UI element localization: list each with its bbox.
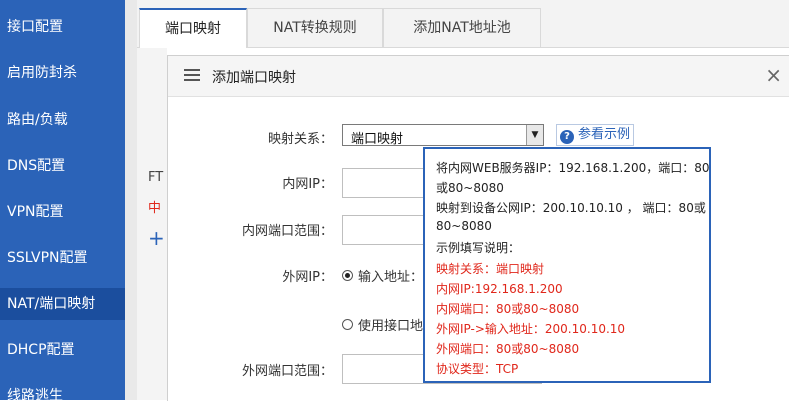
sidebar-item-anti-block[interactable]: 启用防封杀 — [0, 57, 125, 89]
radio-input-address-label: 输入地址： — [358, 270, 424, 285]
background-panel — [137, 48, 167, 400]
chevron-down-icon[interactable]: ▼ — [526, 125, 543, 145]
tooltip-line: 或80~8080 — [436, 181, 504, 195]
dialog-header: 添加端口映射 × — [168, 56, 789, 97]
sidebar-item-vpn[interactable]: VPN配置 — [0, 196, 125, 228]
sidebar: 接口配置 启用防封杀 路由/负载 DNS配置 VPN配置 SSLVPN配置 NA… — [0, 0, 125, 404]
radio-interface-address[interactable]: 使用接口地 — [342, 315, 423, 334]
question-icon: ? — [560, 130, 574, 144]
menu-icon — [184, 69, 200, 82]
sidebar-item-interface[interactable]: 接口配置 — [0, 11, 125, 43]
inner-ip-label: 内网IP： — [282, 177, 333, 192]
background-text-ft: FT — [148, 170, 164, 185]
tab-port-mapping[interactable]: 端口映射 — [139, 8, 247, 48]
radio-input-address[interactable]: 输入地址： — [342, 266, 423, 285]
sidebar-item-route[interactable]: 路由/负载 — [0, 104, 125, 136]
sidebar-divider — [125, 0, 137, 400]
radio-interface-address-label: 使用接口地 — [358, 319, 424, 334]
tab-add-nat-pool[interactable]: 添加NAT地址池 — [383, 8, 541, 47]
tooltip-example-line: 映射关系：端口映射 — [436, 262, 545, 276]
sidebar-item-line-escape[interactable]: 线路逃生 — [0, 380, 125, 412]
mapping-select-value: 端口映射 — [351, 132, 404, 147]
dialog-title: 添加端口映射 — [212, 70, 296, 86]
radio-dot-unchecked[interactable] — [342, 319, 353, 330]
tab-nat-rules[interactable]: NAT转换规则 — [247, 8, 383, 47]
tooltip-line: 80~8080 — [436, 219, 492, 233]
tooltip-line: 将内网WEB服务器IP：192.168.1.200，端口：80 — [436, 161, 710, 175]
sidebar-item-sslvpn[interactable]: SSLVPN配置 — [0, 242, 125, 274]
background-text-zh: 中 — [148, 201, 162, 216]
radio-dot-checked[interactable] — [342, 270, 353, 281]
tooltip-example-line: 内网IP:192.168.1.200 — [436, 282, 563, 296]
add-icon[interactable]: + — [148, 226, 165, 250]
close-icon[interactable]: × — [765, 63, 782, 87]
tooltip-example-line: 外网端口：80或80~8080 — [436, 342, 580, 356]
outer-ip-label: 外网IP： — [282, 270, 333, 285]
tooltip-line: 示例填写说明： — [436, 241, 521, 255]
tooltip-example-line: 外网IP->输入地址：200.10.10.10 — [436, 322, 626, 336]
tab-bar: 端口映射 NAT转换规则 添加NAT地址池 — [137, 0, 789, 48]
inner-port-label: 内网端口范围： — [241, 224, 333, 239]
help-example-link[interactable]: ? 参看示例 — [556, 124, 635, 146]
tooltip-line: 映射到设备公网IP：200.10.10.10 ， 端口：80或 — [436, 201, 706, 215]
sidebar-item-dhcp[interactable]: DHCP配置 — [0, 334, 125, 366]
help-example-label: 参看示例 — [578, 127, 631, 142]
mapping-label: 映射关系： — [267, 132, 333, 147]
sidebar-item-dns[interactable]: DNS配置 — [0, 150, 125, 182]
sidebar-item-nat[interactable]: NAT/端口映射 — [0, 288, 125, 320]
outer-port-label: 外网端口范围： — [241, 364, 333, 379]
example-tooltip: 将内网WEB服务器IP：192.168.1.200，端口：80 或80~8080… — [423, 147, 711, 383]
mapping-select[interactable]: 端口映射 ▼ — [342, 124, 544, 147]
tooltip-example-line: 内网端口：80或80~8080 — [436, 302, 580, 316]
tooltip-example-line: 协议类型：TCP — [436, 362, 519, 376]
